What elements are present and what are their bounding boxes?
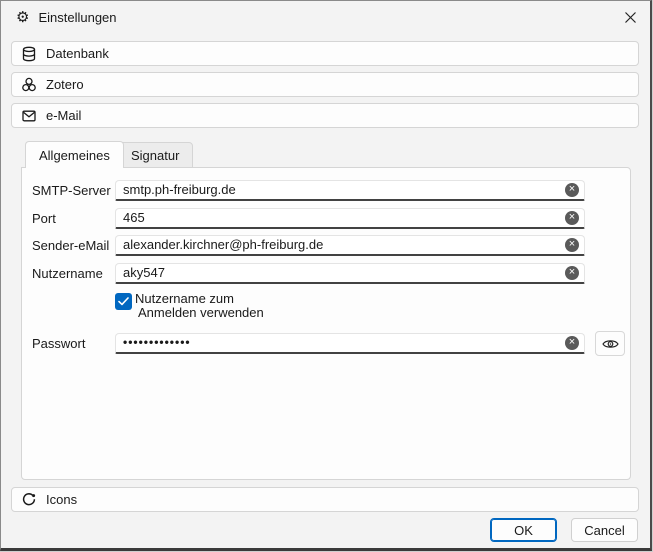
section-label: Datenbank: [46, 46, 109, 61]
checkmark-icon: [118, 297, 129, 306]
cancel-button[interactable]: Cancel: [571, 518, 638, 542]
close-button[interactable]: [618, 6, 642, 28]
clear-icon[interactable]: ×: [565, 238, 579, 252]
zotero-icon: [21, 77, 37, 93]
section-label: Zotero: [46, 77, 84, 92]
smtp-server-input[interactable]: [115, 180, 585, 201]
port-label: Port: [32, 208, 56, 229]
tab-label: Allgemeines: [39, 148, 110, 163]
mail-icon: [21, 108, 37, 124]
smtp-server-field-wrap: ×: [115, 180, 585, 201]
clear-icon[interactable]: ×: [565, 183, 579, 197]
tab-signatur[interactable]: Signatur: [117, 142, 193, 168]
username-input[interactable]: [115, 263, 585, 284]
username-label: Nutzername: [32, 263, 103, 284]
clear-icon[interactable]: ×: [565, 336, 579, 350]
clear-icon[interactable]: ×: [565, 211, 579, 225]
section-header-email[interactable]: e-Mail: [11, 103, 639, 128]
gear-icon: ⚙: [16, 10, 29, 25]
cancel-button-label: Cancel: [584, 523, 624, 538]
title-bar: ⚙ Einstellungen: [1, 1, 650, 33]
refresh-icon: [21, 492, 37, 508]
database-icon: [21, 46, 37, 62]
use-username-checkbox-label[interactable]: Nutzername zum Anmelden verwenden: [135, 292, 264, 320]
tab-label: Signatur: [131, 148, 179, 163]
password-field-wrap: ×: [115, 333, 585, 354]
use-username-checkbox[interactable]: [115, 293, 132, 310]
close-icon: [624, 11, 637, 24]
tab-allgemeines[interactable]: Allgemeines: [25, 141, 124, 168]
smtp-server-label: SMTP-Server: [32, 180, 111, 201]
section-header-icons[interactable]: Icons: [11, 487, 639, 512]
ok-button-label: OK: [514, 523, 533, 538]
settings-dialog: ⚙ Einstellungen Datenbank Zotero e-Mail: [0, 0, 652, 551]
section-label: e-Mail: [46, 108, 81, 123]
dialog-title: Einstellungen: [38, 10, 116, 25]
password-input[interactable]: [115, 333, 585, 354]
section-label: Icons: [46, 492, 77, 507]
email-settings-panel: SMTP-Server × Port × Sender-eMail × Nutz…: [21, 167, 631, 480]
port-field-wrap: ×: [115, 208, 585, 229]
eye-icon: [602, 338, 619, 350]
section-header-zotero[interactable]: Zotero: [11, 72, 639, 97]
clear-icon[interactable]: ×: [565, 266, 579, 280]
sender-email-label: Sender-eMail: [32, 235, 109, 256]
ok-button[interactable]: OK: [490, 518, 557, 542]
port-input[interactable]: [115, 208, 585, 229]
username-field-wrap: ×: [115, 263, 585, 284]
section-header-datenbank[interactable]: Datenbank: [11, 41, 639, 66]
show-password-button[interactable]: [595, 331, 625, 356]
sender-email-field-wrap: ×: [115, 235, 585, 256]
sender-email-input[interactable]: [115, 235, 585, 256]
password-label: Passwort: [32, 333, 85, 354]
